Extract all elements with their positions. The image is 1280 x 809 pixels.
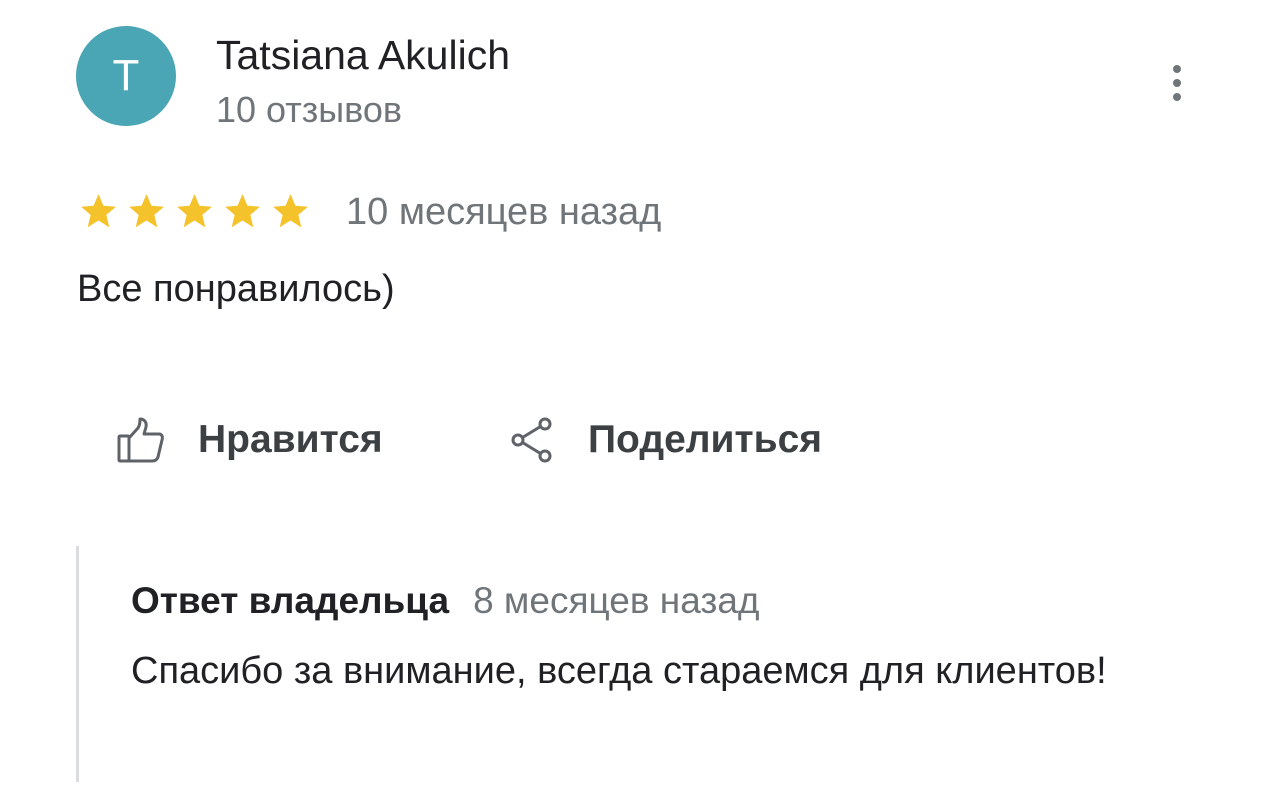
avatar[interactable]: T — [76, 26, 176, 126]
owner-reply: Ответ владельца 8 месяцев назад Спасибо з… — [76, 546, 1179, 782]
share-button[interactable]: Поделиться — [510, 410, 822, 470]
review-card: T Tatsiana Akulich 10 отзывов 10 месяцев… — [0, 0, 1280, 809]
thumbs-up-icon — [116, 416, 166, 464]
more-vert-icon — [1173, 65, 1181, 73]
like-label: Нравится — [198, 418, 383, 461]
author-reviews-count[interactable]: 10 отзывов — [216, 89, 402, 131]
like-button[interactable]: Нравится — [116, 410, 383, 470]
owner-reply-time: 8 месяцев назад — [473, 580, 760, 621]
star-icon — [81, 194, 116, 228]
star-rating — [77, 191, 312, 232]
star-icon — [225, 194, 260, 228]
share-label: Поделиться — [588, 418, 823, 461]
review-time: 10 месяцев назад — [346, 191, 662, 233]
owner-reply-text: Спасибо за внимание, всегда стараемся дл… — [131, 650, 1107, 692]
star-icon — [177, 194, 212, 228]
author-name[interactable]: Tatsiana Akulich — [216, 32, 510, 79]
owner-reply-header: Ответ владельца 8 месяцев назад — [131, 580, 760, 622]
star-icon — [129, 194, 164, 228]
avatar-initial: T — [112, 51, 140, 100]
share-icon — [510, 415, 554, 465]
star-icon — [273, 194, 308, 228]
review-text: Все понравилось) — [77, 268, 395, 310]
owner-reply-title: Ответ владельца — [131, 580, 450, 621]
more-options-button[interactable] — [1160, 58, 1194, 108]
